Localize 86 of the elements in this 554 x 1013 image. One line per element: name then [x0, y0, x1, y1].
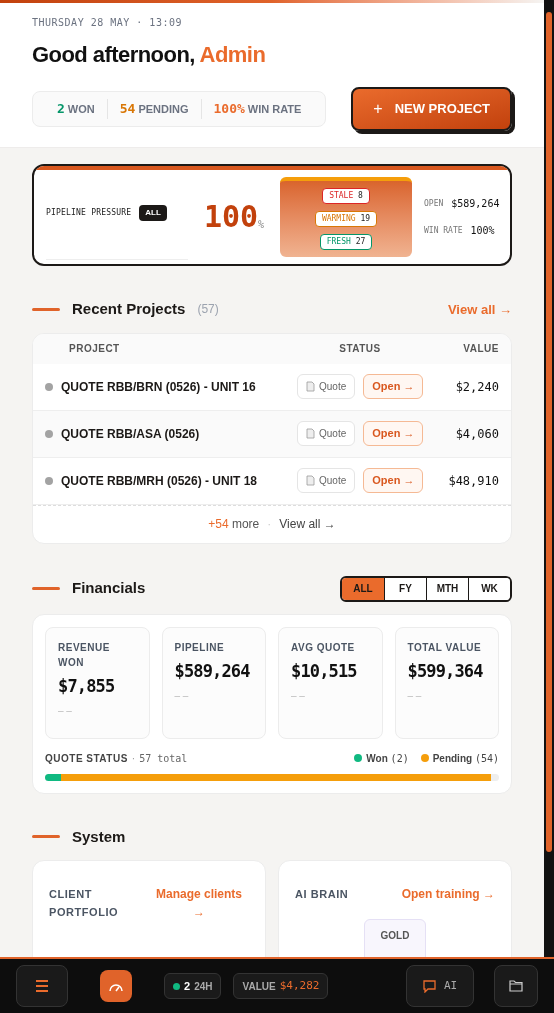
legend-label: Won (2) [366, 751, 409, 766]
stat-value: 100% [213, 100, 245, 119]
menu-button[interactable] [16, 965, 68, 1007]
metric-value: $7,855 [58, 674, 116, 698]
pressure-unit: % [258, 219, 265, 232]
quote-status-label: QUOTE STATUS [45, 751, 128, 766]
new-project-button[interactable]: + NEW PROJECT [351, 87, 512, 131]
project-value: $2,240 [454, 378, 499, 396]
tier-chip: FRESH 27 [319, 233, 373, 250]
folder-icon [509, 980, 523, 992]
period-tab[interactable]: FY [384, 577, 426, 600]
project-count: (57) [197, 301, 219, 319]
dashboard-button[interactable] [100, 970, 132, 1002]
metric-label: AVG QUOTE [291, 640, 356, 655]
scrollbar[interactable] [544, 0, 554, 957]
quote-total: 57 total [139, 751, 188, 766]
metric-label: PIPELINE [174, 640, 226, 655]
chat-icon [422, 979, 436, 993]
value-amount: $4,282 [279, 977, 320, 994]
more-count: +54 more [208, 516, 260, 533]
stat-label: WIN RATE [247, 101, 302, 117]
open-button[interactable]: Open → [363, 374, 424, 399]
separator-dot: · [267, 516, 272, 533]
plus-icon: + [373, 97, 383, 121]
status-pill: Quote [297, 421, 356, 446]
period-tab[interactable]: ALL [342, 577, 384, 600]
project-name: QUOTE RBB/MRH (0526) - UNIT 18 [61, 472, 259, 490]
menu-icon [35, 980, 49, 992]
metric-label: REVENUE WON [58, 640, 111, 670]
metric-trend: – – [291, 689, 306, 703]
status-pill: Quote [297, 374, 356, 399]
section-title: Financials [72, 578, 146, 599]
stat-value: 54 [119, 100, 136, 119]
stat-label: WON [67, 101, 95, 117]
column-header: STATUS [338, 342, 382, 356]
system-card-link[interactable]: Manage clients → [149, 885, 249, 921]
legend-label: Pending (54) [432, 751, 499, 766]
open-button[interactable]: Open → [363, 468, 424, 493]
greeting: Good afternoon, [32, 42, 195, 67]
view-all-link[interactable]: View all → [447, 299, 512, 319]
document-icon [306, 475, 315, 486]
pipeline-stat-value: $589,264 [451, 197, 500, 211]
user-name: Admin [199, 42, 266, 67]
project-name: QUOTE RBB/BRN (0526) - UNIT 16 [61, 378, 257, 396]
live-count: 2 [184, 978, 191, 994]
project-name: QUOTE RBB/ASA (0526) [61, 425, 201, 443]
column-header: PROJECT [68, 342, 121, 356]
tier-chip: STALE 8 [322, 188, 370, 205]
status-pill: Quote [297, 468, 356, 493]
date-time: THURSDAY 28 MAY · 13:09 [32, 16, 183, 30]
stat-label: PENDING [138, 101, 189, 117]
section-title: Recent Projects [72, 299, 186, 319]
metric-trend: – – [58, 704, 73, 718]
document-icon [306, 428, 315, 439]
separator-dot: · [131, 751, 136, 766]
metric-trend: – – [174, 689, 190, 703]
system-card-title: CLIENT PORTFOLIO [49, 887, 120, 920]
column-header: VALUE [462, 342, 499, 356]
pipeline-stat-value: 100% [470, 224, 495, 238]
period-tab[interactable]: MTH [426, 577, 468, 600]
tier-chip: WARMING 19 [314, 211, 378, 227]
live-label: 24H [194, 979, 213, 994]
metric-label: TOTAL VALUE [407, 640, 483, 655]
ai-button[interactable]: AI [406, 965, 474, 1007]
metric-value: $599,364 [407, 659, 484, 683]
project-value: $48,910 [447, 472, 499, 490]
rank-chip: GOLD [363, 919, 427, 957]
pipeline-stat-label: OPEN [424, 197, 444, 210]
view-all-link[interactable]: View all → [279, 515, 336, 533]
pressure-value: 100 [203, 202, 259, 232]
filter-badge[interactable]: ALL [139, 204, 167, 221]
value-label: VALUE [242, 979, 276, 994]
system-card-title: AI BRAIN [295, 887, 350, 902]
pipeline-stat-label: WIN RATE [424, 224, 463, 237]
section-title: System [72, 826, 126, 847]
metric-value: $10,515 [291, 659, 358, 683]
folder-button[interactable] [494, 965, 538, 1007]
project-value: $4,060 [454, 425, 499, 443]
document-icon [306, 381, 315, 392]
metric-trend: – – [407, 689, 423, 703]
open-button[interactable]: Open → [363, 421, 424, 446]
stat-value: 2 [57, 100, 65, 119]
period-tab[interactable]: WK [468, 577, 510, 600]
metric-value: $589,264 [174, 659, 251, 683]
system-card-link[interactable]: Open training → [401, 885, 495, 903]
pipeline-label: PIPELINE PRESSURE [46, 206, 132, 219]
